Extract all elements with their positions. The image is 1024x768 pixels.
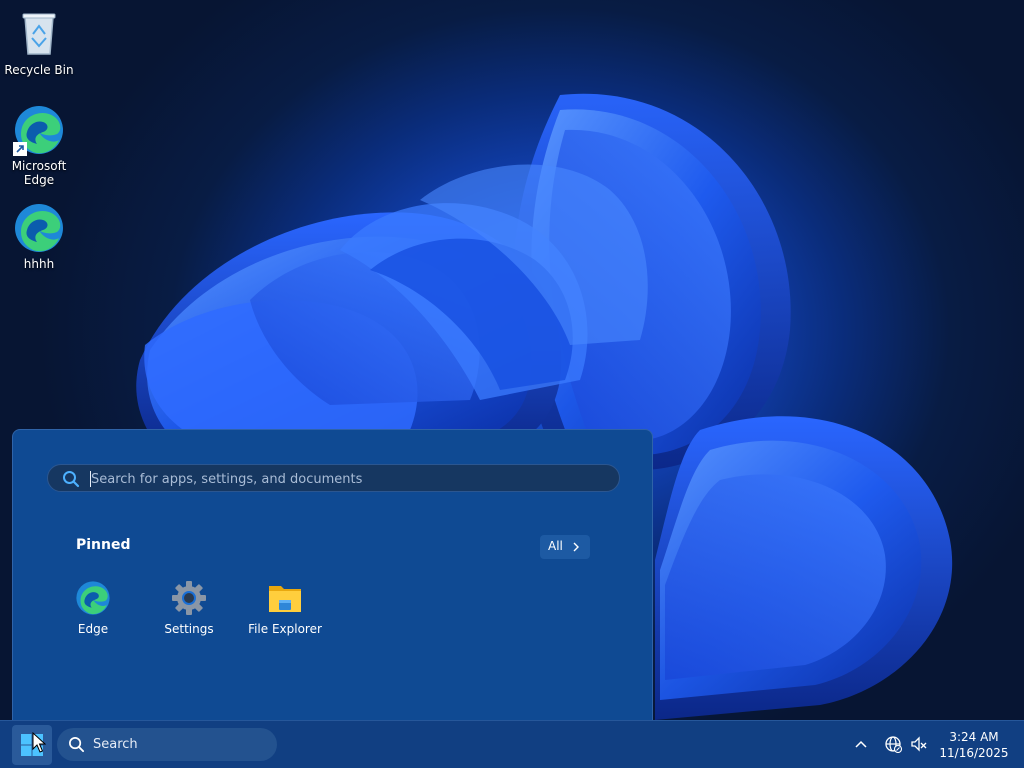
pinned-app-edge[interactable]: Edge [48, 580, 138, 636]
desktop-icon-label: Microsoft Edge [11, 159, 67, 187]
desktop-icon-recycle-bin[interactable]: Recycle Bin [1, 8, 77, 77]
taskbar-search-box[interactable]: Search [57, 728, 277, 761]
pinned-app-file-explorer[interactable]: File Explorer [240, 580, 330, 636]
search-icon [63, 471, 80, 488]
taskbar-clock[interactable]: 3:24 AM 11/16/2025 [934, 729, 1014, 761]
edge-icon [75, 580, 111, 616]
desktop-icon-label: Recycle Bin [4, 63, 74, 77]
recycle-bin-icon [13, 8, 65, 60]
search-icon [69, 737, 85, 753]
folder-icon [267, 580, 303, 616]
start-search-input[interactable] [89, 468, 593, 490]
settings-gear-icon [171, 580, 207, 616]
all-apps-label: All [548, 539, 563, 553]
chevron-right-icon [573, 542, 579, 552]
edge-icon [13, 104, 65, 156]
all-apps-button[interactable]: All [540, 535, 590, 559]
start-menu: Pinned All Edge [12, 429, 653, 720]
taskbar: Search 3:24 AM 11/16/2025 [0, 720, 1024, 768]
volume-muted-icon[interactable] [910, 735, 928, 753]
clock-time: 3:24 AM [949, 730, 999, 744]
pinned-app-label: Settings [164, 622, 214, 636]
show-hidden-icons-chevron-icon[interactable] [853, 736, 869, 752]
mouse-cursor-icon [32, 732, 46, 753]
edge-icon [13, 202, 65, 254]
desktop-icon-hhhh[interactable]: hhhh [1, 202, 77, 271]
pinned-app-settings[interactable]: Settings [144, 580, 234, 636]
network-globe-icon[interactable] [884, 735, 902, 753]
pinned-heading: Pinned [76, 537, 131, 553]
pinned-app-label: File Explorer [248, 622, 322, 636]
desktop: Recycle Bin Microsoft Edge hhhh Search f… [0, 0, 1024, 768]
clock-date: 11/16/2025 [939, 746, 1009, 760]
start-search-box[interactable] [47, 464, 620, 492]
desktop-icon-label: hhhh [23, 257, 55, 271]
taskbar-search-label: Search [93, 737, 138, 752]
desktop-icon-microsoft-edge[interactable]: Microsoft Edge [1, 104, 77, 187]
pinned-app-label: Edge [77, 622, 109, 636]
